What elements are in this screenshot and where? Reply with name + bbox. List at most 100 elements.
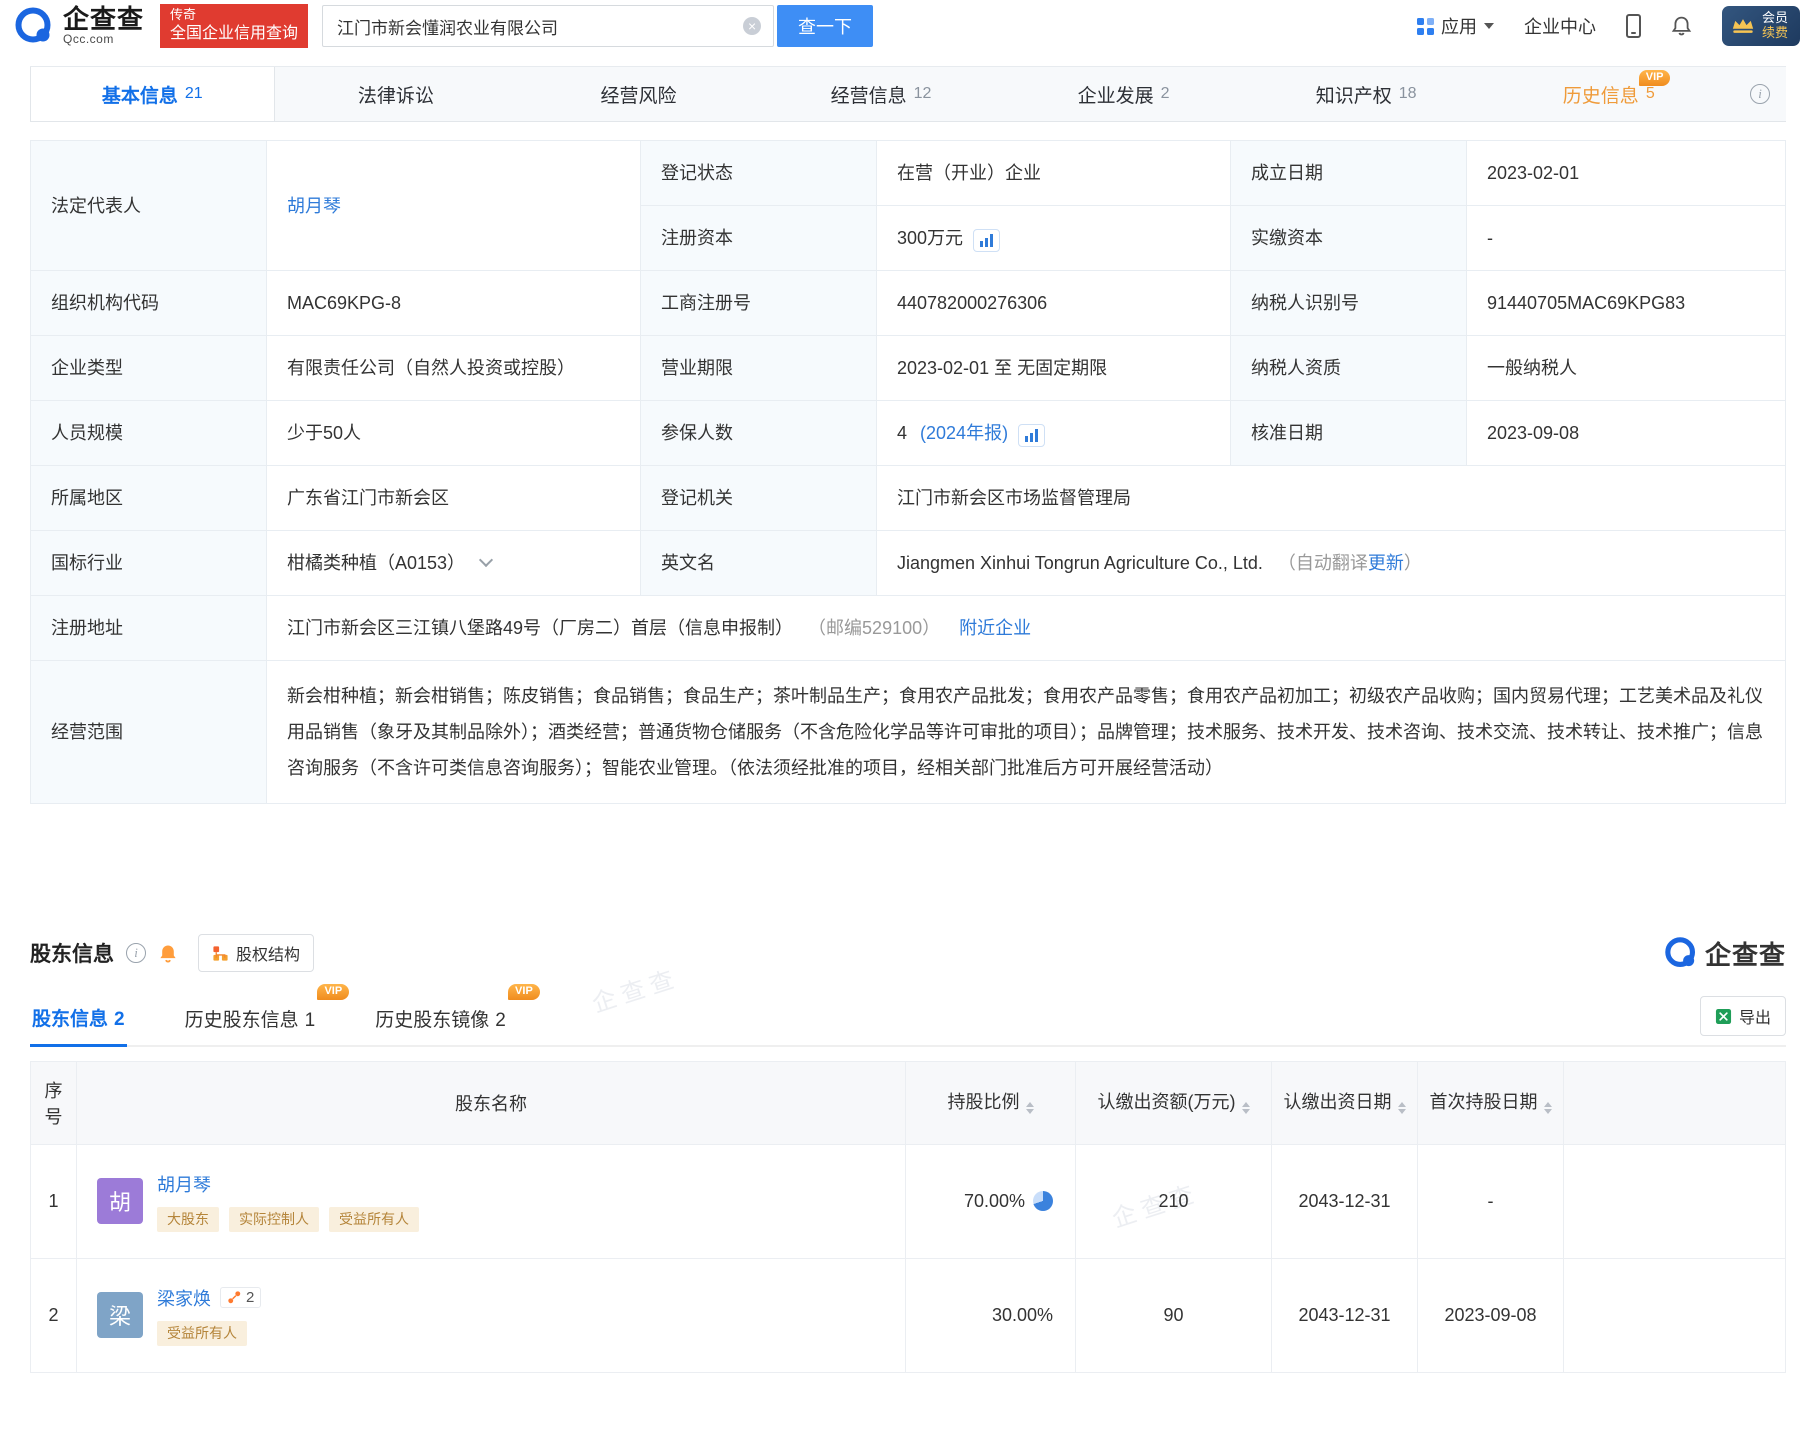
- shareholders-tabbar: 股东信息 2 VIP 历史股东信息 1 VIP 历史股东镜像 2 导出: [30, 984, 1786, 1047]
- caret-down-icon: [1483, 23, 1494, 34]
- shareholder-tag: 受益所有人: [329, 1207, 419, 1232]
- tab-history-info[interactable]: VIP 历史信息 5: [1487, 67, 1730, 121]
- avatar: 梁: [97, 1292, 143, 1339]
- address-text: 江门市新会区三江镇八堡路49号（厂房二）首层（信息申报制）: [287, 618, 794, 638]
- chart-icon[interactable]: [973, 229, 1001, 252]
- shareholders-table: 序号 股东名称 持股比例 认缴出资额(万元) 认缴出资日期 首次持股日期 1 胡: [30, 1061, 1786, 1373]
- shareholder-name-link[interactable]: 梁家焕: [157, 1285, 211, 1311]
- sort-icon[interactable]: [1242, 1098, 1250, 1118]
- translate-update-link[interactable]: 更新: [1368, 553, 1404, 573]
- auto-translate-note: （自动翻译: [1277, 553, 1368, 573]
- value-taxpayer-id: 91440705MAC69KPG83: [1466, 270, 1786, 336]
- tab-count: 18: [1398, 85, 1417, 102]
- label-approval-date: 核准日期: [1230, 400, 1467, 466]
- bell-icon[interactable]: [1671, 15, 1692, 37]
- tab-label: 企业发展: [1077, 85, 1154, 107]
- tab-history-shareholder-mirror[interactable]: VIP 历史股东镜像 2: [373, 984, 540, 1045]
- label-english-name: 英文名: [640, 530, 877, 596]
- shareholder-tag: 大股东: [157, 1207, 219, 1232]
- tab-label: 基本信息: [101, 85, 178, 107]
- sort-icon[interactable]: [1398, 1098, 1406, 1118]
- value-org-code: MAC69KPG-8: [266, 270, 641, 336]
- qcc-logo-icon: [1664, 936, 1698, 970]
- basic-info-table: 法定代表人 胡月琴 登记状态 在营（开业）企业 成立日期 2023-02-01 …: [30, 140, 1786, 804]
- col-shareholder-name: 股东名称: [76, 1061, 906, 1145]
- equity-structure-button[interactable]: 股权结构: [198, 934, 315, 972]
- shareholder-tag: 实际控制人: [229, 1207, 319, 1232]
- tab-operation-info[interactable]: 经营信息 12: [760, 67, 1003, 121]
- value-legal-rep: 胡月琴: [266, 140, 641, 271]
- shareholder-name-link[interactable]: 胡月琴: [157, 1171, 211, 1197]
- label-paid-capital: 实缴资本: [1230, 205, 1467, 271]
- phone-icon[interactable]: [1625, 14, 1641, 38]
- nearby-companies-link[interactable]: 附近企业: [959, 618, 1031, 638]
- promo-line2: 全国企业信用查询: [170, 24, 299, 42]
- info-icon[interactable]: [126, 943, 146, 963]
- cell-shareholder: 胡 胡月琴 大股东 实际控制人 受益所有人: [76, 1144, 906, 1259]
- tab-company-development[interactable]: 企业发展 2: [1002, 67, 1245, 121]
- shareholders-title: 股东信息: [30, 943, 114, 966]
- label-reg-authority: 登记机关: [640, 465, 877, 531]
- tag-row: 受益所有人: [157, 1320, 261, 1346]
- relation-icon: [227, 1290, 242, 1305]
- shareholders-section: 股东信息 股权结构 企查查: [30, 934, 1786, 1373]
- sort-icon[interactable]: [1026, 1098, 1034, 1118]
- qcc-watermark-logo: 企查查: [1664, 935, 1786, 972]
- sort-icon[interactable]: [1544, 1098, 1552, 1118]
- value-reg-address: 江门市新会区三江镇八堡路49号（厂房二）首层（信息申报制） （邮编529100）…: [266, 595, 1786, 661]
- label-reg-capital: 注册资本: [640, 205, 877, 271]
- label-reg-status: 登记状态: [640, 140, 877, 206]
- tab-history-shareholder-info[interactable]: VIP 历史股东信息 1: [183, 984, 350, 1045]
- ratio-value: 70.00%: [963, 1190, 1025, 1211]
- value-est-date: 2023-02-01: [1466, 140, 1786, 206]
- label-business-term: 营业期限: [640, 335, 877, 401]
- col-subscribed-amount[interactable]: 认缴出资额(万元): [1075, 1061, 1272, 1145]
- enterprise-center-link[interactable]: 企业中心: [1524, 13, 1596, 39]
- col-ratio[interactable]: 持股比例: [905, 1061, 1076, 1145]
- table-header-row: 序号 股东名称 持股比例 认缴出资额(万元) 认缴出资日期 首次持股日期: [30, 1061, 1786, 1145]
- tab-basic-info[interactable]: 基本信息 21: [30, 67, 275, 121]
- annual-report-link[interactable]: (2024年报): [920, 423, 1008, 443]
- pie-chart-icon[interactable]: [1033, 1191, 1053, 1212]
- cell-no: 2: [30, 1257, 77, 1373]
- tab-count: 2: [1160, 85, 1170, 102]
- related-companies-chip[interactable]: 2: [220, 1287, 262, 1309]
- export-button[interactable]: 导出: [1699, 996, 1786, 1036]
- legal-rep-link[interactable]: 胡月琴: [287, 196, 341, 216]
- apps-menu[interactable]: 应用: [1416, 13, 1494, 39]
- col-subscribed-date[interactable]: 认缴出资日期: [1271, 1061, 1418, 1145]
- search-input[interactable]: [322, 5, 775, 47]
- info-icon[interactable]: [1750, 84, 1770, 104]
- value-english-name: Jiangmen Xinhui Tongrun Agriculture Co.,…: [876, 530, 1786, 596]
- tab-label: 历史股东信息: [184, 1010, 299, 1031]
- tab-operation-risk[interactable]: 经营风险: [517, 67, 760, 121]
- tab-intellectual-property[interactable]: 知识产权 18: [1245, 67, 1488, 121]
- vip-renew-badge[interactable]: 会员 续费: [1721, 6, 1800, 46]
- cell-ratio: 70.00%: [905, 1144, 1076, 1259]
- qcc-logo[interactable]: 企查查 Qcc.com: [14, 5, 144, 47]
- label-business-scope: 经营范围: [30, 660, 267, 804]
- main-content: 基本信息 21 法律诉讼 经营风险 经营信息 12 企业发展 2 知识产权 18: [30, 66, 1786, 1373]
- value-reg-authority: 江门市新会区市场监督管理局: [876, 465, 1786, 531]
- clear-icon[interactable]: [743, 17, 762, 35]
- excel-icon: [1715, 1008, 1732, 1025]
- value-reg-status: 在营（开业）企业: [876, 140, 1231, 206]
- col-label: 认缴出资额(万元): [1097, 1092, 1236, 1112]
- chevron-down-icon[interactable]: [478, 552, 494, 568]
- brand-domain: Qcc.com: [63, 32, 114, 47]
- label-org-code: 组织机构代码: [30, 270, 267, 336]
- section-tabbar: 基本信息 21 法律诉讼 经营风险 经营信息 12 企业发展 2 知识产权 18: [30, 66, 1786, 122]
- chart-icon[interactable]: [1018, 424, 1046, 447]
- monitor-bell-icon[interactable]: [158, 943, 178, 964]
- value-business-scope: 新会柑种植；新会柑销售；陈皮销售；食品销售；食品生产；茶叶制品生产；食用农产品批…: [266, 660, 1786, 804]
- cell-filler: [1563, 1257, 1786, 1373]
- related-count: 2: [246, 1289, 255, 1307]
- tab-legal-litigation[interactable]: 法律诉讼: [275, 67, 518, 121]
- search-button[interactable]: 查一下: [777, 5, 874, 47]
- header-nav: 应用 企业中心 会员 续费: [1416, 6, 1800, 46]
- site-header: 企查查 Qcc.com 传奇 全国企业信用查询 查一下 应用 企业中心: [0, 0, 1816, 52]
- cell-first-date: -: [1417, 1144, 1564, 1259]
- col-first-holding-date[interactable]: 首次持股日期: [1417, 1061, 1564, 1145]
- label-staff-size: 人员规模: [30, 400, 267, 466]
- tab-shareholder-info[interactable]: 股东信息 2: [30, 992, 127, 1047]
